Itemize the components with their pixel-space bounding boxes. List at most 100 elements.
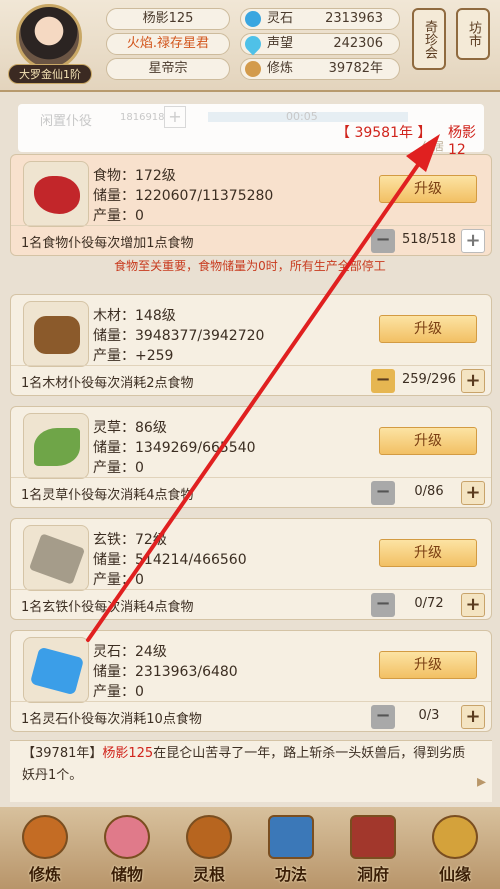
nav-label: 洞府 bbox=[356, 865, 389, 884]
pavilion-icon bbox=[350, 815, 396, 859]
nav-spirit-root[interactable]: 灵根 bbox=[174, 815, 244, 887]
food-icon bbox=[23, 161, 89, 227]
nav-label: 储物 bbox=[110, 865, 143, 884]
book-icon bbox=[268, 815, 314, 859]
production-card-spirit-stone: 灵石：24级 储量：2313963/6480 产量：0 升级 1名灵石仆役每次消… bbox=[10, 630, 492, 732]
resource-label: 修炼 bbox=[267, 61, 294, 76]
servant-rule-text: 1名玄铁仆役每次消耗4点食物 bbox=[21, 600, 194, 615]
decrease-servant-button[interactable]: − bbox=[371, 593, 395, 617]
resource-output: 产量：+259 bbox=[93, 348, 174, 364]
servant-ratio: 0/86 bbox=[414, 484, 444, 499]
player-title[interactable]: 火焰.禄存星君 bbox=[106, 33, 230, 55]
servant-ratio: 518/518 bbox=[401, 232, 456, 247]
resource-prestige: 声望 242306 bbox=[240, 32, 400, 56]
resource-storage: 储量：1349269/665540 bbox=[93, 440, 256, 456]
servant-allocation-row: 1名灵草仆役每次消耗4点食物 − 0/86 + bbox=[11, 477, 491, 507]
wood-icon bbox=[23, 301, 89, 367]
production-card-wood: 木材：148级 储量：3948377/3942720 产量：+259 升级 1名… bbox=[10, 294, 492, 396]
servant-rule-text: 1名木材仆役每次消耗2点食物 bbox=[21, 376, 194, 391]
servant-ratio: 259/296 bbox=[401, 372, 456, 387]
bottom-nav: 修炼 储物 灵根 功法 洞府 仙缘 bbox=[0, 807, 500, 889]
servant-rule-text: 1名食物仆役每次增加1点食物 bbox=[21, 236, 194, 251]
herb-icon bbox=[23, 413, 89, 479]
increase-servant-button[interactable]: + bbox=[461, 593, 485, 617]
message-date: 【 39581年 】 bbox=[336, 125, 432, 141]
decrease-servant-button[interactable]: − bbox=[371, 369, 395, 393]
player-name: 杨影125 bbox=[106, 8, 230, 30]
nav-label: 灵根 bbox=[192, 865, 225, 884]
top-status-bar: 大罗金仙1阶 杨影125 火焰.禄存星君 星帝宗 灵石 2313963 声望 2… bbox=[0, 0, 500, 92]
resource-cultivation: 修炼 39782年 bbox=[240, 58, 400, 80]
bazaar-button[interactable]: 奇珍会 bbox=[412, 8, 446, 70]
nav-label: 仙缘 bbox=[438, 865, 471, 884]
servant-rule-text: 1名灵草仆役每次消耗4点食物 bbox=[21, 488, 194, 503]
resource-storage: 储量：3948377/3942720 bbox=[93, 328, 265, 344]
resource-value: 2313963 bbox=[325, 11, 383, 26]
upgrade-button[interactable]: 升级 bbox=[379, 539, 477, 567]
upgrade-button[interactable]: 升级 bbox=[379, 315, 477, 343]
resource-level: 木材：148级 bbox=[93, 308, 176, 324]
resource-level: 食物：172级 bbox=[93, 168, 176, 184]
resource-level: 灵石：24级 bbox=[93, 644, 167, 660]
production-card-herb: 灵草：86级 储量：1349269/665540 产量：0 升级 1名灵草仆役每… bbox=[10, 406, 492, 508]
nav-techniques[interactable]: 功法 bbox=[256, 815, 326, 887]
resource-label: 灵石 bbox=[267, 11, 294, 26]
servant-ratio: 0/72 bbox=[414, 596, 444, 611]
resource-value: 39782年 bbox=[328, 61, 383, 76]
player-avatar-area[interactable]: 大罗金仙1阶 bbox=[8, 4, 92, 88]
log-date: 【39781年】 bbox=[22, 746, 103, 761]
servant-ratio: 0/3 bbox=[418, 708, 440, 723]
resource-storage: 储量：514214/466560 bbox=[93, 552, 247, 568]
prestige-icon bbox=[241, 32, 265, 56]
resource-output: 产量：0 bbox=[93, 208, 144, 224]
resource-label: 声望 bbox=[267, 36, 294, 51]
nav-storage[interactable]: 储物 bbox=[92, 815, 162, 887]
production-card-iron: 玄铁：72级 储量：514214/466560 产量：0 升级 1名玄铁仆役每次… bbox=[10, 518, 492, 620]
decrease-servant-button[interactable]: − bbox=[371, 705, 395, 729]
resource-spirit-stone: 灵石 2313963 bbox=[240, 8, 400, 30]
spirit-root-icon bbox=[186, 815, 232, 859]
add-servant-button[interactable]: + bbox=[164, 106, 186, 128]
decrease-servant-button[interactable]: − bbox=[371, 481, 395, 505]
increase-servant-button[interactable]: + bbox=[461, 481, 485, 505]
player-sect: 星帝宗 bbox=[106, 58, 230, 80]
expand-log-icon[interactable]: ▸ bbox=[477, 771, 486, 793]
resource-value: 242306 bbox=[333, 36, 383, 51]
servant-allocation-row: 1名食物仆役每次增加1点食物 − 518/518 + bbox=[11, 225, 491, 255]
resource-output: 产量：0 bbox=[93, 572, 144, 588]
gourd-icon bbox=[432, 815, 478, 859]
event-log: 【39781年】杨影125在昆仑山苦寻了一年，路上斩杀一头妖兽后，得到劣质妖丹1… bbox=[10, 740, 492, 802]
nav-label: 修炼 bbox=[28, 865, 61, 884]
increase-servant-button[interactable]: + bbox=[461, 229, 485, 253]
decrease-servant-button[interactable]: − bbox=[371, 229, 395, 253]
rank-badge: 大罗金仙1阶 bbox=[8, 64, 92, 84]
upgrade-button[interactable]: 升级 bbox=[379, 175, 477, 203]
message-player-name[interactable]: 杨影12 bbox=[448, 122, 484, 158]
meditating-figure-icon bbox=[22, 815, 68, 859]
servant-allocation-row: 1名灵石仆役每次消耗10点食物 − 0/3 + bbox=[11, 701, 491, 731]
servant-allocation-row: 1名木材仆役每次消耗2点食物 − 259/296 + bbox=[11, 365, 491, 395]
timer-text: 00:05 bbox=[286, 110, 318, 123]
increase-servant-button[interactable]: + bbox=[461, 369, 485, 393]
market-button[interactable]: 坊市 bbox=[456, 8, 490, 60]
iron-icon bbox=[23, 525, 89, 591]
resource-storage: 储量：2313963/6480 bbox=[93, 664, 238, 680]
resource-storage: 储量：1220607/11375280 bbox=[93, 188, 274, 204]
upgrade-button[interactable]: 升级 bbox=[379, 427, 477, 455]
cultivation-icon bbox=[245, 61, 261, 77]
spirit-stone-icon bbox=[23, 637, 89, 703]
nav-fate[interactable]: 仙缘 bbox=[420, 815, 490, 887]
idle-servants-count: 1816918 bbox=[120, 112, 165, 123]
nav-cave-dwelling[interactable]: 洞府 bbox=[338, 815, 408, 887]
nav-cultivate[interactable]: 修炼 bbox=[10, 815, 80, 887]
pouch-icon bbox=[104, 815, 150, 859]
log-player-name[interactable]: 杨影125 bbox=[102, 746, 153, 761]
nav-label: 功法 bbox=[274, 865, 307, 884]
upgrade-button[interactable]: 升级 bbox=[379, 651, 477, 679]
increase-servant-button[interactable]: + bbox=[461, 705, 485, 729]
avatar[interactable] bbox=[16, 4, 82, 70]
residence-tab[interactable]: 仙居 bbox=[422, 138, 444, 154]
idle-servants-label: 闲置仆役 bbox=[40, 114, 93, 129]
spirit-stone-icon bbox=[245, 11, 261, 27]
resource-output: 产量：0 bbox=[93, 684, 144, 700]
